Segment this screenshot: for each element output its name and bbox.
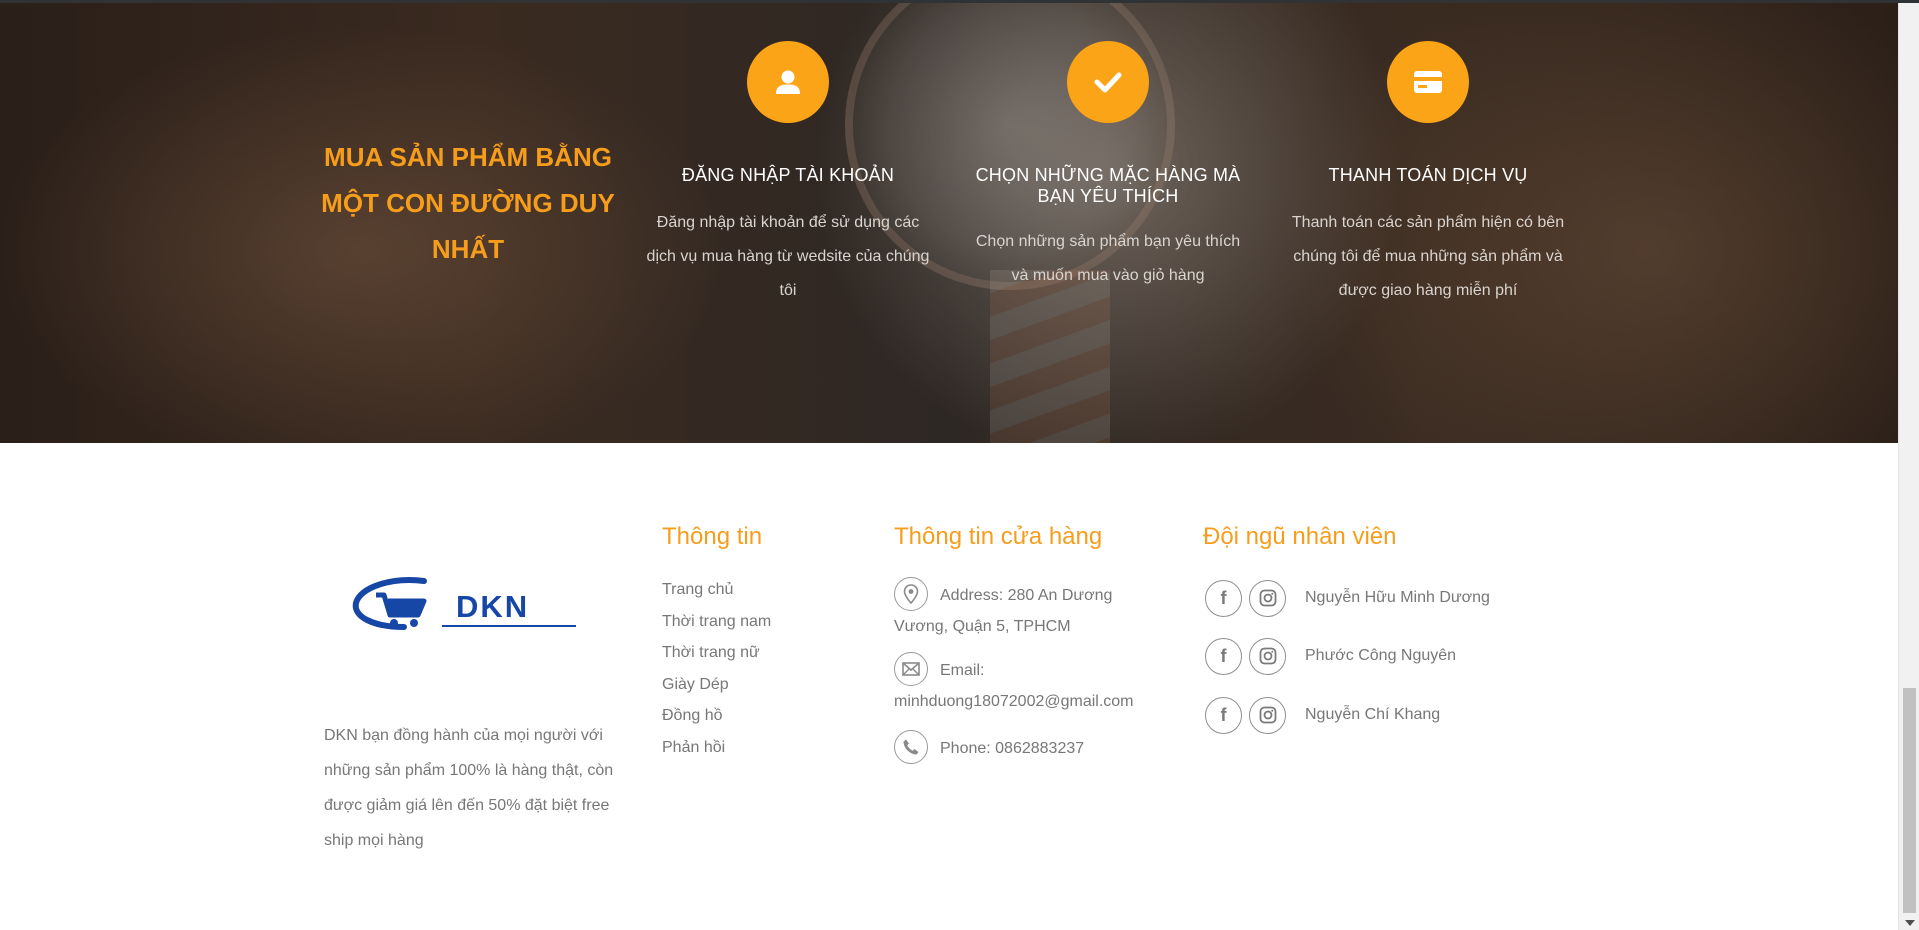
store-column-title: Thông tin cửa hàng xyxy=(894,523,1103,550)
window-top-border xyxy=(0,0,1919,3)
step-heading: THANH TOÁN DỊCH VỤ xyxy=(1328,165,1528,185)
team-member: f Phước Công Nguyên xyxy=(1205,637,1456,675)
instagram-icon[interactable] xyxy=(1249,696,1286,734)
step-choose: CHỌN NHỮNG MẶC HÀNG MÀ BẠN YÊU THÍCH Chọ… xyxy=(958,41,1258,293)
checkmark-icon xyxy=(1067,41,1149,123)
instagram-icon[interactable] xyxy=(1249,579,1286,617)
page-scrollbar[interactable] xyxy=(1898,0,1919,930)
location-pin-icon xyxy=(894,576,928,611)
step-description: Chọn những sản phẩm bạn yêu thích và muố… xyxy=(975,233,1241,284)
hero-title: MUA SẢN PHẨM BẰNG MỘT CON ĐƯỜNG DUY NHẤT xyxy=(321,142,615,264)
phone-icon xyxy=(894,729,928,764)
scrollbar-thumb[interactable] xyxy=(1903,688,1916,913)
step-heading: CHỌN NHỮNG MẶC HÀNG MÀ BẠN YÊU THÍCH xyxy=(975,165,1241,206)
store-email: Email: minhduong18072002@gmail.com xyxy=(894,651,1154,717)
background-watch-band xyxy=(990,270,1110,443)
store-address: Address: 280 An Dương Vương, Quận 5, TPH… xyxy=(894,576,1154,642)
email-text[interactable]: Email: minhduong18072002@gmail.com xyxy=(894,662,1134,710)
team-member: f Nguyễn Hữu Minh Dương xyxy=(1205,579,1490,617)
credit-card-icon xyxy=(1387,41,1469,123)
step-description: Thanh toán các sản phẩm hiện có bên chún… xyxy=(1291,214,1565,299)
facebook-icon[interactable]: f xyxy=(1205,696,1242,734)
info-links: Trang chủ Thời trang nam Thời trang nữ G… xyxy=(662,579,771,768)
dkn-logo[interactable]: DKN xyxy=(352,575,578,637)
phone-text[interactable]: Phone: 0862883237 xyxy=(940,740,1084,757)
logo-text: DKN xyxy=(456,589,529,624)
step-payment: THANH TOÁN DỊCH VỤ Thanh toán các sản ph… xyxy=(1278,41,1578,308)
info-column-title: Thông tin xyxy=(662,523,763,550)
how-to-buy-section: MUA SẢN PHẨM BẰNG MỘT CON ĐƯỜNG DUY NHẤT… xyxy=(0,0,1898,443)
team-column-title: Đội ngũ nhân viên xyxy=(1203,523,1397,550)
step-login: ĐĂNG NHẬP TÀI KHOẢN Đăng nhập tài khoản … xyxy=(638,41,938,308)
member-name: Nguyễn Chí Khang xyxy=(1305,706,1441,723)
link-shoes[interactable]: Giày Dép xyxy=(662,674,771,706)
link-watches[interactable]: Đồng hồ xyxy=(662,705,771,737)
user-icon xyxy=(747,41,829,123)
team-member: f Nguyễn Chí Khang xyxy=(1205,696,1440,734)
link-women-fashion[interactable]: Thời trang nữ xyxy=(662,642,771,674)
member-name: Phước Công Nguyên xyxy=(1305,647,1457,664)
about-text: DKN bạn đồng hành của mọi người với nhữn… xyxy=(324,727,614,849)
instagram-icon[interactable] xyxy=(1249,637,1286,675)
facebook-icon[interactable]: f xyxy=(1205,637,1242,675)
link-men-fashion[interactable]: Thời trang nam xyxy=(662,611,771,643)
member-name: Nguyễn Hữu Minh Dương xyxy=(1305,589,1490,606)
scroll-down-arrow-icon[interactable] xyxy=(1905,920,1915,926)
store-phone: Phone: 0862883237 xyxy=(894,729,1154,764)
link-feedback[interactable]: Phản hồi xyxy=(662,737,771,769)
step-heading: ĐĂNG NHẬP TÀI KHOẢN xyxy=(681,165,895,185)
facebook-icon[interactable]: f xyxy=(1205,579,1242,617)
envelope-icon xyxy=(894,651,928,686)
step-description: Đăng nhập tài khoản để sử dụng các dịch … xyxy=(646,214,930,299)
link-home[interactable]: Trang chủ xyxy=(662,579,771,611)
site-footer: DKN DKN bạn đồng hành của mọi người với … xyxy=(0,443,1898,930)
